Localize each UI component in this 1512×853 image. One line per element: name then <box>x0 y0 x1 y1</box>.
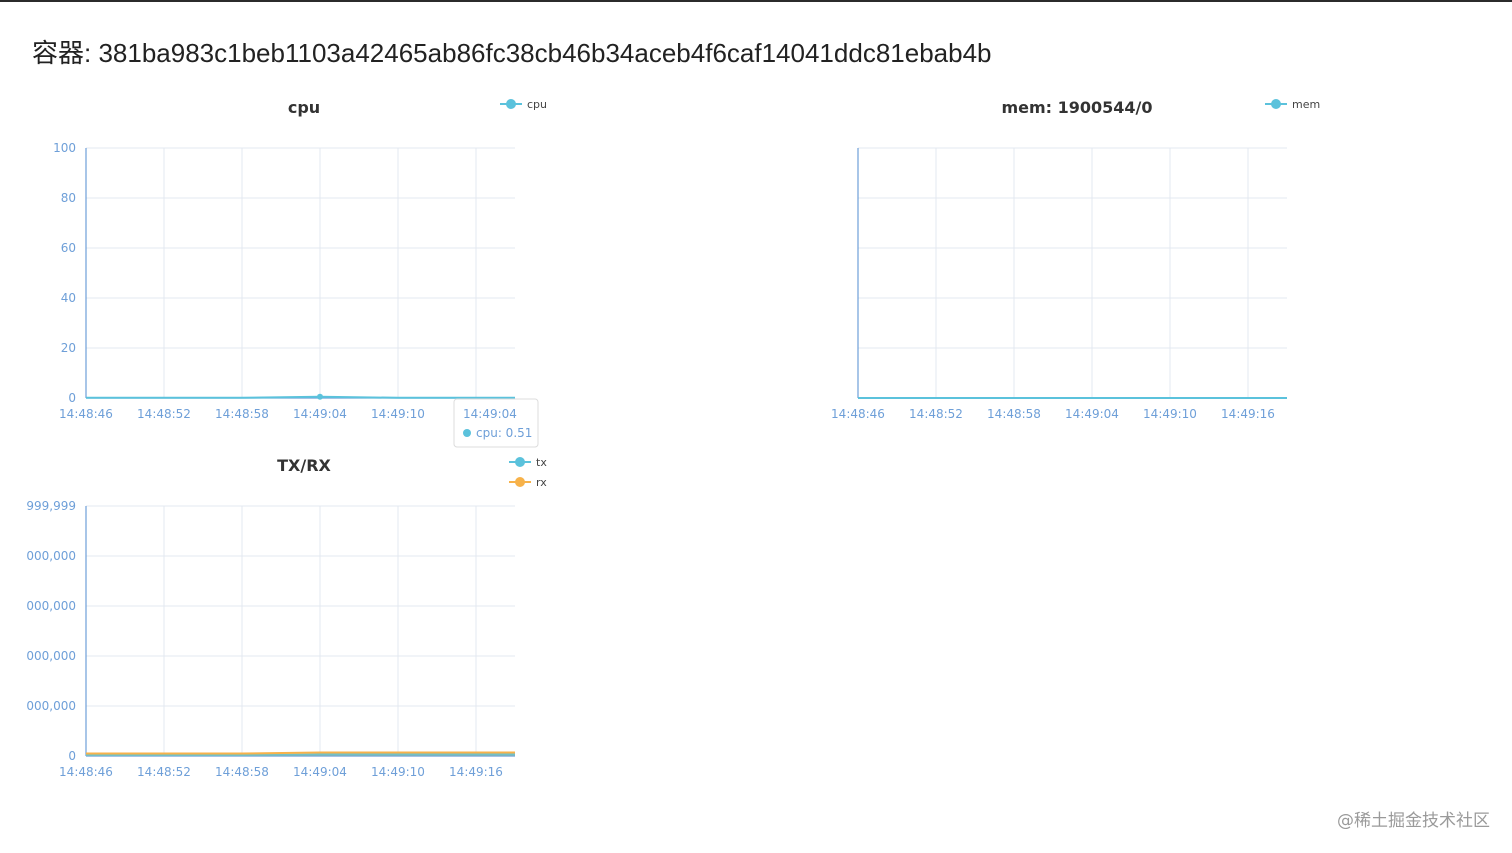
txrx-y-tick-label: 0 <box>68 749 76 763</box>
txrx-y-tick-label: 000,000 <box>26 699 76 713</box>
txrx-legend-label-rx: rx <box>536 476 547 489</box>
txrx-series-rx <box>86 751 515 755</box>
txrx-y-tick-label: 000,000 <box>26 549 76 563</box>
txrx-y-tick-label: 000,000 <box>26 599 76 613</box>
txrx-y-tick-label: 000,000 <box>26 649 76 663</box>
txrx-x-tick-label: 14:48:52 <box>137 765 191 779</box>
txrx-x-tick-label: 14:48:58 <box>215 765 269 779</box>
txrx-chart[interactable]: 0 000,000 000,000 000,000 000,000 999,999 14:4… <box>0 0 1512 853</box>
txrx-x-tick-label: 14:49:04 <box>293 765 347 779</box>
watermark: @稀土掘金技术社区 <box>1337 811 1490 831</box>
txrx-legend-marker-rx <box>515 477 525 487</box>
txrx-x-tick-label: 14:48:46 <box>59 765 113 779</box>
txrx-x-tick-label: 14:49:16 <box>449 765 503 779</box>
txrx-x-tick-label: 14:49:10 <box>371 765 425 779</box>
txrx-legend-marker-tx <box>515 457 525 467</box>
txrx-chart-title: TX/RX <box>277 456 331 475</box>
txrx-y-tick-label: 999,999 <box>26 499 76 513</box>
txrx-legend-label-tx: tx <box>536 456 547 469</box>
